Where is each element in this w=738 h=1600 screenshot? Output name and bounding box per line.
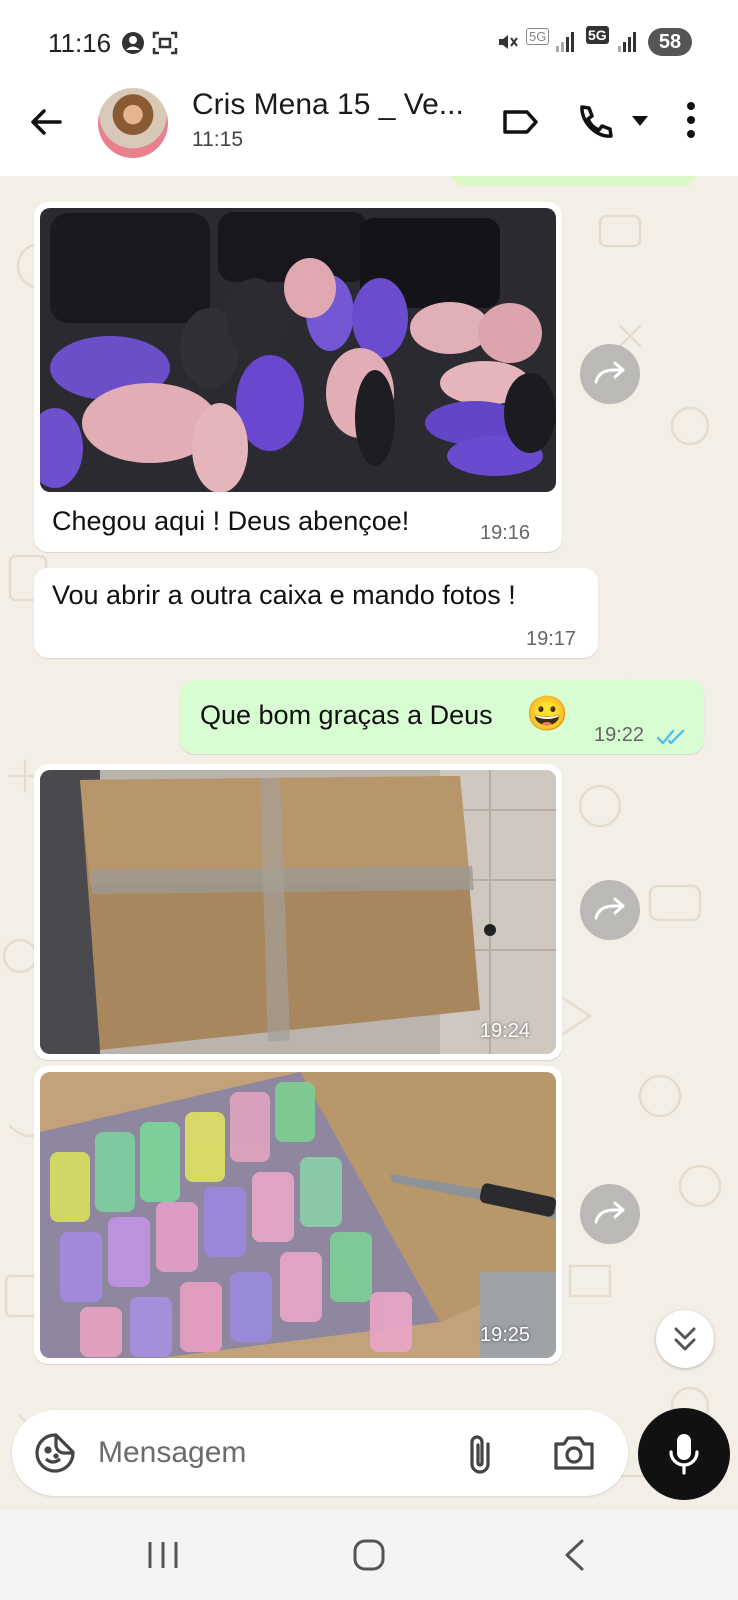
message-bubble-incoming[interactable]: 19:24	[34, 764, 562, 1060]
message-time: 19:22	[594, 724, 645, 746]
label-icon[interactable]	[500, 102, 540, 147]
message-bubble-incoming[interactable]: 19:25	[34, 1066, 562, 1364]
more-options-icon[interactable]	[686, 100, 696, 145]
sticker-icon[interactable]	[34, 1432, 76, 1479]
back-arrow-icon[interactable]	[26, 102, 66, 142]
message-bubble-outgoing[interactable]: Que bom graças a Deus 😀 19:22	[180, 680, 704, 754]
recent-apps-icon[interactable]	[146, 1540, 180, 1575]
scroll-to-bottom-button[interactable]	[656, 1310, 714, 1368]
last-seen: 11:15	[192, 128, 243, 151]
message-time: 19:24	[480, 1020, 531, 1042]
attach-icon[interactable]	[466, 1432, 496, 1481]
account-icon	[120, 30, 146, 61]
photo-box[interactable]	[40, 770, 556, 1054]
status-time: 11:16	[48, 28, 112, 58]
double-chevron-down-icon	[674, 1327, 696, 1351]
network-label-2: 5G	[586, 26, 609, 44]
forward-button[interactable]	[580, 880, 640, 940]
call-dropdown-icon[interactable]	[630, 114, 650, 133]
contact-name[interactable]: Cris Mena 15 _ Ve...	[192, 88, 482, 122]
message-bubble-incoming[interactable]: Chegou aqui ! Deus abençoe! 19:16	[34, 202, 562, 552]
message-input[interactable]	[98, 1428, 458, 1478]
contact-avatar[interactable]	[98, 88, 168, 158]
photo-bags[interactable]	[40, 208, 556, 492]
call-icon[interactable]	[574, 102, 614, 147]
photo-open-box[interactable]	[40, 1072, 556, 1358]
message-caption: Chegou aqui ! Deus abençoe!	[52, 506, 410, 536]
forward-icon	[594, 1201, 625, 1224]
voice-message-button[interactable]	[638, 1408, 730, 1500]
message-time: 19:16	[480, 522, 531, 544]
forward-button[interactable]	[580, 1184, 640, 1244]
message-time: 19:17	[526, 628, 577, 650]
message-composer	[12, 1410, 628, 1496]
screenshot-icon	[152, 30, 178, 61]
message-text: Que bom graças a Deus	[200, 700, 493, 730]
mute-icon	[496, 30, 520, 59]
forward-icon	[594, 361, 625, 384]
system-navigation-bar	[0, 1510, 738, 1600]
battery-indicator: 58	[648, 28, 692, 56]
forward-icon	[594, 897, 625, 920]
status-bar: 11:16 5G 5G 58	[0, 0, 738, 78]
camera-icon[interactable]	[552, 1434, 596, 1477]
signal-icon-2	[618, 30, 638, 57]
back-nav-icon[interactable]	[562, 1538, 586, 1577]
forward-button[interactable]	[580, 344, 640, 404]
message-emoji: 😀	[526, 695, 569, 733]
network-label-1: 5G	[526, 28, 550, 45]
previous-sent-bubble	[452, 176, 696, 186]
chat-area[interactable]: Chegou aqui ! Deus abençoe! 19:16 Vou ab…	[0, 176, 738, 1510]
signal-icon-1	[556, 30, 576, 57]
microphone-icon	[669, 1434, 699, 1475]
read-ticks-icon	[656, 728, 686, 751]
chat-header: Cris Mena 15 _ Ve... 11:15	[0, 78, 738, 176]
home-icon[interactable]	[352, 1538, 386, 1577]
message-time: 19:25	[480, 1324, 531, 1346]
message-bubble-incoming[interactable]: Vou abrir a outra caixa e mando fotos ! …	[34, 568, 598, 658]
message-text: Vou abrir a outra caixa e mando fotos !	[52, 580, 516, 610]
